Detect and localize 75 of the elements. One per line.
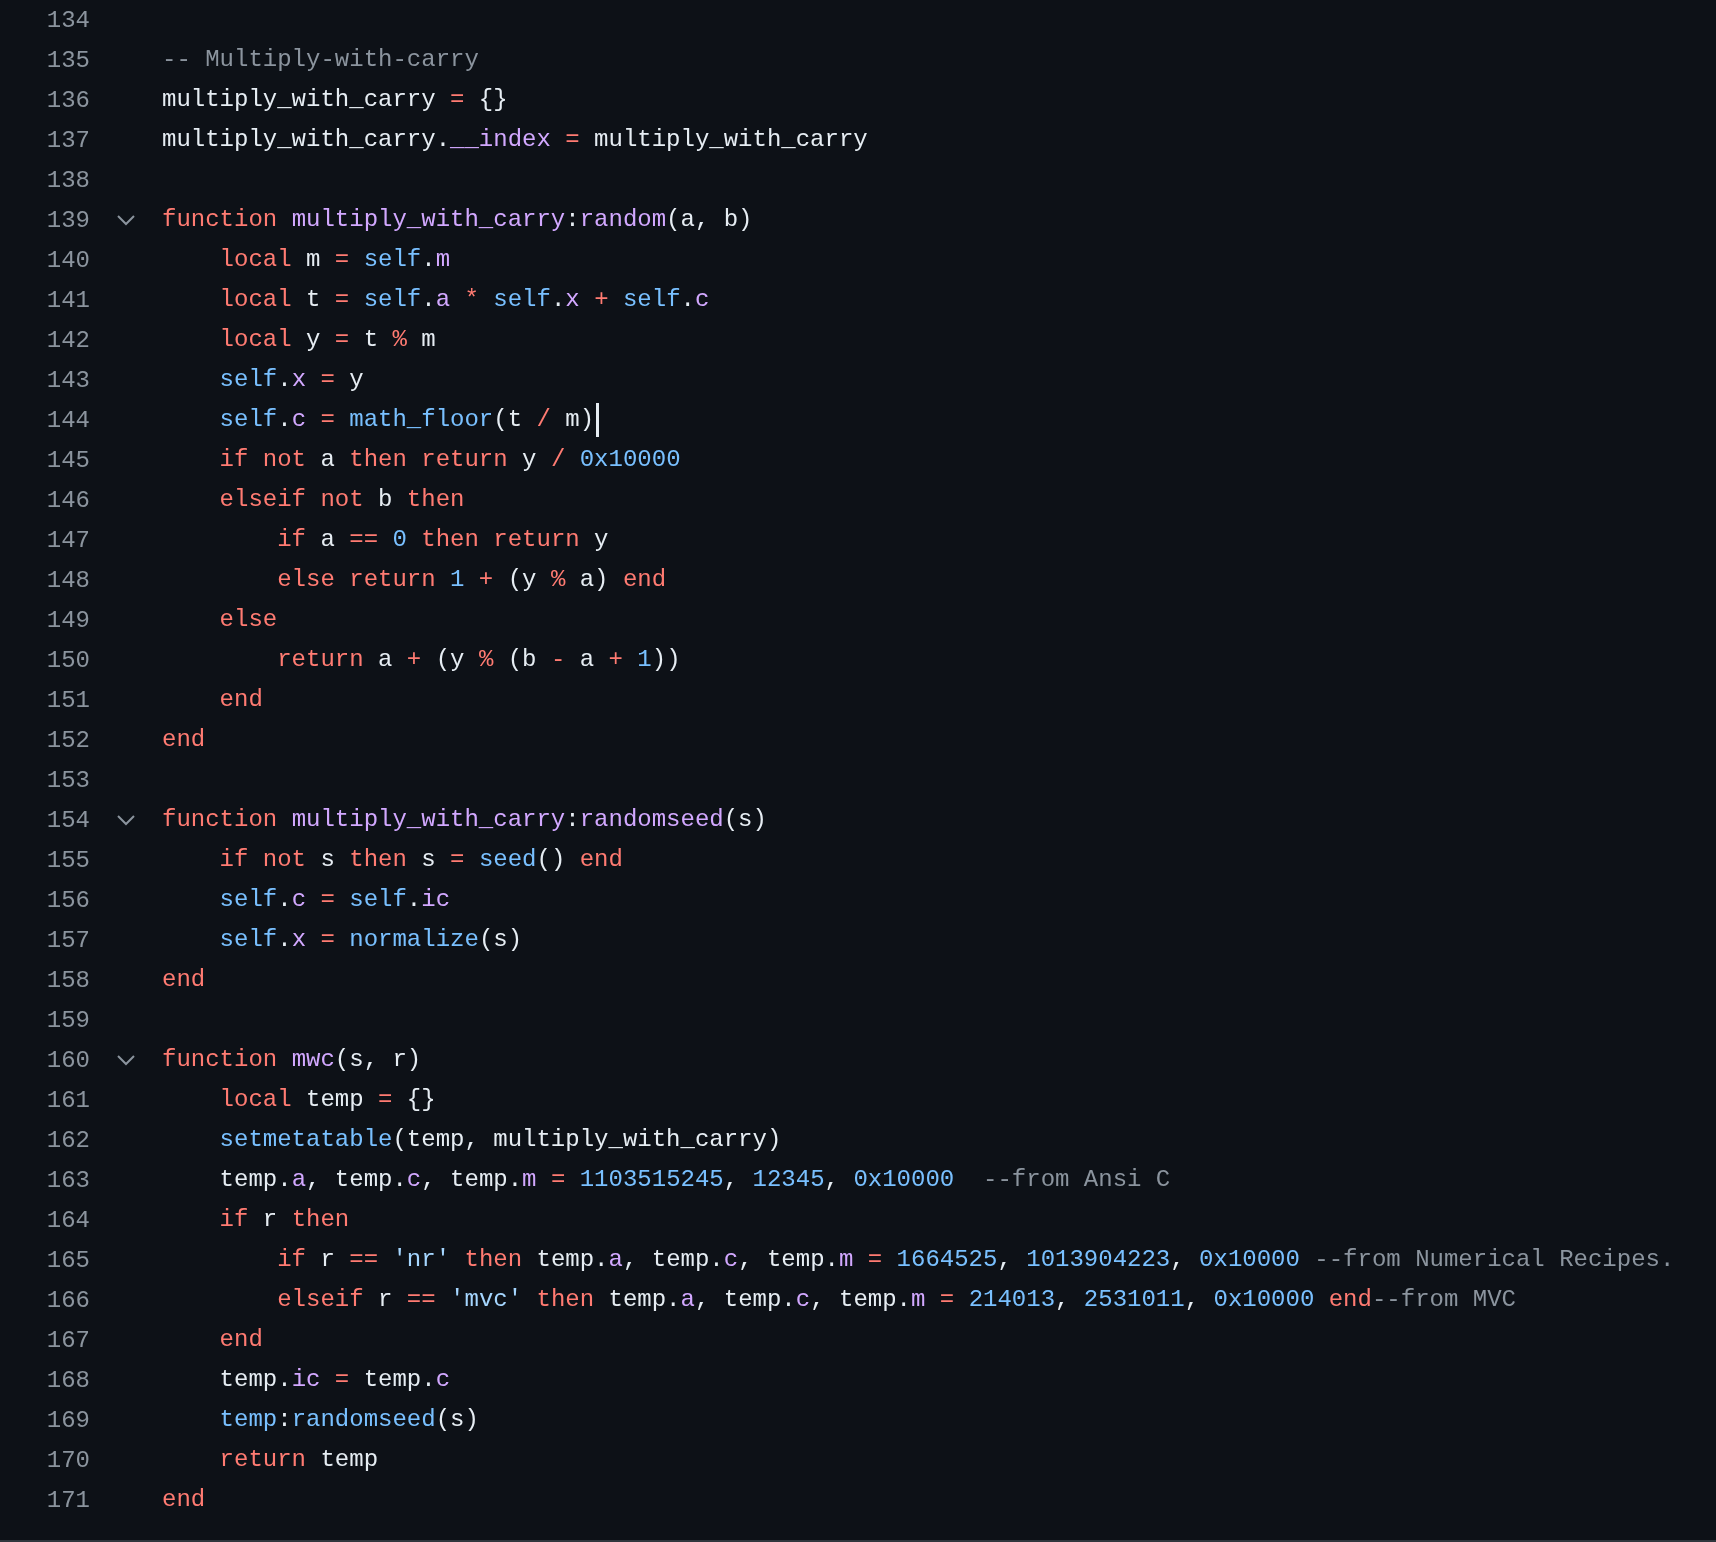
code-line: if not s then s = seed() end	[218, 845, 623, 875]
code-line: if r == 'nr' then temp.a, temp.c, temp.m = 1664525, 1013904223, 0x10000 --from Numerical Recipes.	[276, 1245, 1675, 1275]
line-number: 166	[45, 1286, 90, 1314]
code-line: if a == 0 then return y	[276, 525, 609, 555]
code-line: multiply_with_carry.__index = multiply_with_carry	[162, 125, 868, 155]
line-number: 143	[45, 366, 90, 394]
line-number: 138	[45, 166, 90, 194]
code-line: else return 1 + (y % a) end	[276, 565, 667, 595]
line-number: 141	[45, 286, 90, 314]
line-number: 142	[45, 326, 90, 354]
line-number: 144	[45, 406, 90, 434]
line-number: 136	[45, 86, 90, 114]
line-number: 154	[45, 806, 90, 834]
code-line: function multiply_with_carry:random(a, b)	[162, 205, 753, 235]
line-number: 168	[45, 1366, 90, 1394]
code-line: self.x = y	[218, 365, 364, 395]
line-number: 162	[45, 1126, 90, 1154]
line-number: 140	[45, 246, 90, 274]
line-number: 164	[45, 1206, 90, 1234]
line-number: 159	[45, 1006, 90, 1034]
code-line: local m = self.m	[218, 245, 451, 275]
chevron-down-icon[interactable]	[116, 1054, 136, 1066]
line-number: 135	[45, 46, 90, 74]
code-line: self.c = math_floor(t / m)	[218, 405, 595, 435]
code-line: end	[218, 685, 263, 715]
line-number: 161	[45, 1086, 90, 1114]
code-line: end	[162, 725, 206, 755]
line-number: 155	[45, 846, 90, 874]
line-number: 150	[45, 646, 90, 674]
code-line: end	[162, 965, 206, 995]
line-number: 170	[45, 1446, 90, 1474]
line-number: 171	[45, 1486, 90, 1514]
code-line: return a + (y % (b - a + 1))	[276, 645, 681, 675]
line-number: 152	[45, 726, 90, 754]
line-number: 163	[45, 1166, 90, 1194]
line-number: 169	[45, 1406, 90, 1434]
code-line: elseif r == 'mvc' then temp.a, temp.c, temp.m = 214013, 2531011, 0x10000 end--from MVC	[276, 1285, 1516, 1315]
chevron-down-icon[interactable]	[116, 214, 136, 226]
code-line: setmetatable(temp, multiply_with_carry)	[218, 1125, 782, 1155]
code-line: -- Multiply-with-carry	[162, 45, 479, 75]
code-line: local y = t % m	[218, 325, 436, 355]
code-line: temp.ic = temp.c	[218, 1365, 451, 1395]
code-line: elseif not b then	[218, 485, 465, 515]
code-line: temp.a, temp.c, temp.m = 1103515245, 12345, 0x10000 --from Ansi C	[218, 1165, 1171, 1195]
line-number: 148	[45, 566, 90, 594]
line-number: 137	[45, 126, 90, 154]
line-number: 149	[45, 606, 90, 634]
chevron-down-icon[interactable]	[116, 814, 136, 826]
line-number: 147	[45, 526, 90, 554]
code-line: end	[218, 1325, 263, 1355]
code-line: temp:randomseed(s)	[218, 1405, 479, 1435]
code-line: function mwc(s, r)	[162, 1045, 422, 1075]
line-number: 165	[45, 1246, 90, 1274]
line-number: 151	[45, 686, 90, 714]
line-number: 158	[45, 966, 90, 994]
line-number: 153	[45, 766, 90, 794]
code-line: if r then	[218, 1205, 350, 1235]
line-number: 156	[45, 886, 90, 914]
code-line: self.x = normalize(s)	[218, 925, 523, 955]
line-number: 139	[45, 206, 90, 234]
code-line: end	[162, 1485, 206, 1515]
code-line: function multiply_with_carry:randomseed(s)	[162, 805, 767, 835]
line-number: 157	[45, 926, 90, 954]
line-number: 167	[45, 1326, 90, 1354]
code-line: multiply_with_carry = {}	[162, 85, 508, 115]
line-number: 160	[45, 1046, 90, 1074]
line-number: 134	[45, 6, 90, 34]
code-line: local t = self.a * self.x + self.c	[218, 285, 710, 315]
code-line: else	[218, 605, 278, 635]
line-number: 145	[45, 446, 90, 474]
line-number: 146	[45, 486, 90, 514]
code-line: local temp = {}	[218, 1085, 436, 1115]
code-line: if not a then return y / 0x10000	[218, 445, 681, 475]
code-line: self.c = self.ic	[218, 885, 451, 915]
code-line: return temp	[218, 1445, 379, 1475]
